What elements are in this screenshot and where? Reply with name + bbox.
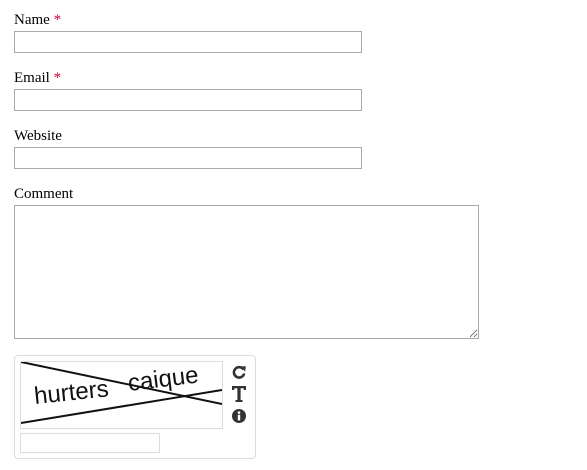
text-mode-icon — [232, 386, 246, 402]
refresh-icon — [232, 365, 246, 379]
website-label-text: Website — [14, 128, 62, 144]
captcha-image: hurters caique — [20, 361, 223, 429]
email-field[interactable] — [14, 89, 362, 111]
captcha-word: hurters — [33, 375, 110, 410]
website-field[interactable] — [14, 147, 362, 169]
captcha-widget: hurters caique — [14, 355, 256, 459]
info-icon — [232, 409, 246, 423]
email-required-mark: * — [53, 70, 62, 86]
name-field[interactable] — [14, 31, 362, 53]
captcha-word: caique — [126, 362, 199, 397]
name-required-mark: * — [53, 12, 62, 28]
captcha-info-button[interactable] — [230, 407, 248, 425]
captcha-text-mode-button[interactable] — [230, 385, 248, 403]
name-label-text: Name — [14, 12, 50, 28]
captcha-refresh-button[interactable] — [230, 363, 248, 381]
comment-label-text: Comment — [14, 186, 74, 202]
email-label: Email * — [14, 70, 61, 87]
email-label-text: Email — [14, 70, 50, 86]
captcha-answer-input[interactable] — [20, 433, 160, 453]
website-label: Website — [14, 128, 62, 145]
name-label: Name * — [14, 12, 61, 29]
comment-textarea[interactable] — [14, 205, 479, 339]
comment-label: Comment — [14, 186, 73, 203]
captcha-image-canvas: hurters caique — [21, 362, 222, 424]
